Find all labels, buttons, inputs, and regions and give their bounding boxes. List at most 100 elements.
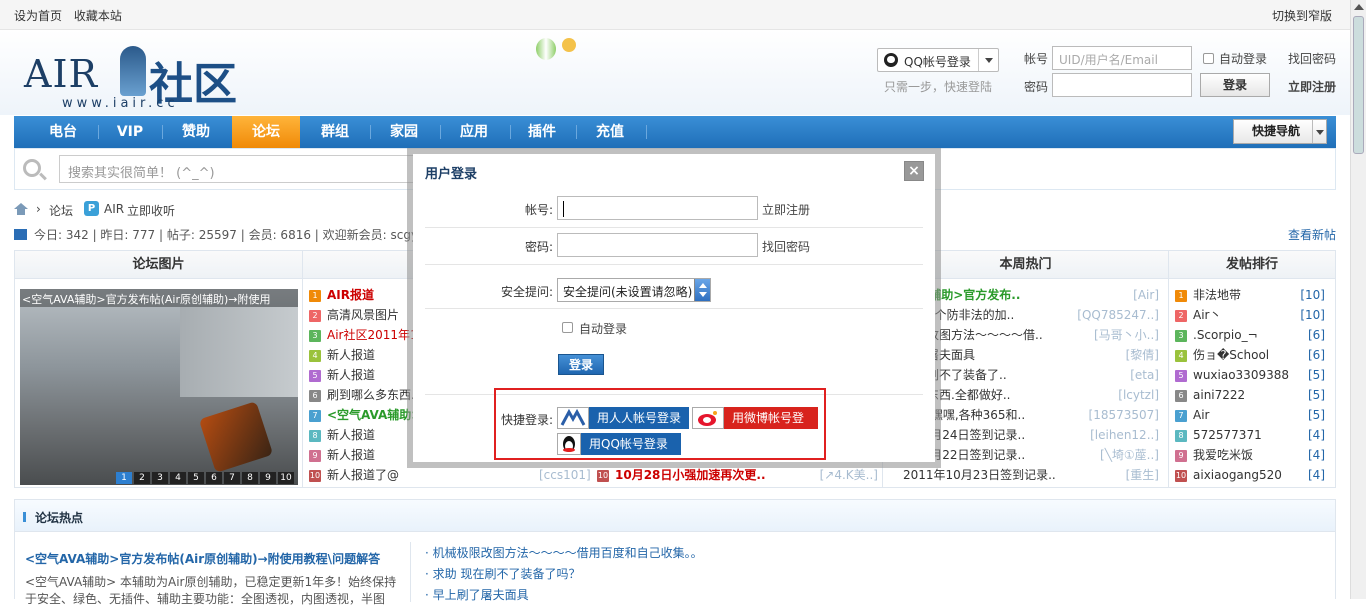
list-item[interactable]: 3 .Scorpio_¬ [6] <box>1175 325 1331 345</box>
list-item[interactable]: 一下,嘿嘿,各种365和.. [18573507] <box>903 405 1165 425</box>
list-item[interactable]: 8 新人报道 <box>309 425 375 445</box>
list-item[interactable]: 2 高清风景图片 <box>309 305 399 325</box>
list-item[interactable]: 10 10月28日小强加速再次更.. <box>597 465 766 485</box>
modal-account-input[interactable] <box>557 196 758 220</box>
slide-page[interactable]: 6 <box>206 472 222 484</box>
nav-item-home[interactable]: 家园 <box>372 116 436 148</box>
search-icon[interactable] <box>23 159 41 177</box>
list-item[interactable]: 2011年10月23日签到记录.. [重生] <box>903 465 1165 485</box>
security-question-select[interactable]: 安全提问(未设置请忽略) <box>557 278 711 302</box>
nav-item-apps[interactable]: 应用 <box>442 116 506 148</box>
list-item-author[interactable]: [Air] <box>1133 285 1159 305</box>
list-item[interactable]: 9 新人报道 <box>309 445 375 465</box>
weibo-login-button[interactable]: 用微博帐号登录 <box>692 407 818 447</box>
list-item[interactable]: 4 新人报道 <box>309 345 375 365</box>
quick-nav-button[interactable]: 快捷导航 <box>1233 119 1327 144</box>
qq-account-login-button[interactable]: 用QQ帐号登录 <box>557 433 681 455</box>
list-item-author[interactable]: [QQ785247..] <box>1077 305 1159 325</box>
page-scrollbar[interactable] <box>1350 0 1366 599</box>
chevron-down-icon[interactable] <box>1312 120 1326 143</box>
nav-item-radio[interactable]: 电台 <box>32 116 94 148</box>
nav-item-plugins[interactable]: 插件 <box>512 116 572 148</box>
list-item[interactable]: 7 Air [5] <box>1175 405 1331 425</box>
search-input[interactable]: 搜索其实很简单！ (^_^) <box>59 155 414 183</box>
list-item[interactable]: 5号发个防非法的加.. [QQ785247..] <box>903 305 1165 325</box>
breadcrumb-air[interactable]: AIR <box>104 202 124 216</box>
slide-page[interactable]: 10 <box>278 472 294 484</box>
list-item[interactable]: 2 Air丶 [10] <box>1175 305 1331 325</box>
hot-link[interactable]: · 早上刷了屠夫面具 <box>425 586 529 603</box>
bookmark-link[interactable]: 收藏本站 <box>74 9 122 23</box>
slide-page[interactable]: 4 <box>170 472 186 484</box>
switch-width-link[interactable]: 切换到窄版 <box>1272 7 1332 24</box>
home-icon[interactable] <box>14 203 28 215</box>
list-item[interactable]: 刷了屠夫面具[黎倩] <box>903 345 1165 365</box>
list-item[interactable]: 7 <空气AVA辅助> <box>309 405 421 425</box>
modal-login-button[interactable]: 登录 <box>558 354 604 375</box>
slide-page[interactable]: 8 <box>242 472 258 484</box>
qq-login-dropdown[interactable]: QQ帐号登录 <box>877 48 999 72</box>
forum-image-slideshow[interactable]: <空气AVA辅助>官方发布帖(Air原创辅助)→附使用 1 2 3 4 5 6 7 8 9 10 <box>20 289 298 485</box>
list-item-author[interactable]: [黎倩] <box>1126 345 1159 365</box>
list-item-author[interactable]: [leihen12..] <box>1090 425 1159 445</box>
list-item-author[interactable]: [╲埼①蓙..] <box>1100 445 1159 465</box>
hot-link[interactable]: · 求助 现在刷不了装备了吗？ <box>425 565 580 582</box>
close-icon[interactable]: × <box>904 161 924 181</box>
list-item[interactable]: 6 aini7222 [5] <box>1175 385 1331 405</box>
chevron-down-icon[interactable] <box>978 49 998 71</box>
nav-item-forum[interactable]: 论坛 <box>232 116 300 148</box>
list-item-author[interactable]: [ccs101] <box>539 465 591 485</box>
set-homepage-link[interactable]: 设为首页 <box>14 9 62 23</box>
find-password-link[interactable]: 找回密码 <box>1288 50 1336 67</box>
list-item[interactable]: 极限改图方法～～～～借.. [马哥丶小..] <box>903 325 1165 345</box>
slide-page[interactable]: 5 <box>188 472 204 484</box>
list-item-author[interactable]: [重生] <box>1126 465 1159 485</box>
list-item[interactable]: 9 我爱吃米饭 [4] <box>1175 445 1331 465</box>
list-item[interactable]: 4 伤ョ�School [6] <box>1175 345 1331 365</box>
slide-page[interactable]: 2 <box>134 472 150 484</box>
breadcrumb-forum[interactable]: 论坛 <box>49 202 73 219</box>
nav-item-sponsor[interactable]: 赞助 <box>164 116 228 148</box>
password-input[interactable] <box>1052 73 1192 97</box>
list-item[interactable]: 10 aixiaogang520 [4] <box>1175 465 1331 485</box>
register-link[interactable]: 立即注册 <box>1288 78 1336 95</box>
scroll-up-icon[interactable] <box>1354 4 1364 10</box>
site-logo[interactable]: AIR 社区 www.iair.cc <box>24 44 254 114</box>
list-item[interactable]: 么多东西.全都做好.. [lcytzl] <box>903 385 1165 405</box>
auto-login-checkbox[interactable] <box>1203 53 1214 64</box>
nav-item-groups[interactable]: 群组 <box>302 116 368 148</box>
list-item[interactable]: 年10月22日签到记录.. [╲埼①蓙..] <box>903 445 1165 465</box>
list-item-author[interactable]: [18573507] <box>1089 405 1159 425</box>
modal-auto-login-checkbox[interactable] <box>562 322 573 333</box>
nav-item-vip[interactable]: VIP <box>100 116 160 148</box>
list-item[interactable]: 5 wuxiao3309388 [5] <box>1175 365 1331 385</box>
list-item-author[interactable]: [eta] <box>1130 365 1159 385</box>
slide-page[interactable]: 7 <box>224 472 240 484</box>
header-login-button[interactable]: 登录 <box>1200 73 1270 97</box>
scroll-thumb[interactable] <box>1353 16 1364 154</box>
slide-page[interactable]: 1 <box>116 472 132 484</box>
select-arrows-icon[interactable] <box>694 279 710 301</box>
list-item[interactable]: 年10月24日签到记录.. [leihen12..] <box>903 425 1165 445</box>
account-input[interactable]: UID/用户名/Email <box>1052 46 1192 70</box>
list-item[interactable]: 8 572577371 [4] <box>1175 425 1331 445</box>
list-item[interactable]: AVA辅助>官方发布.. [Air] <box>903 285 1165 305</box>
list-item[interactable]: 1 非法地带 [10] <box>1175 285 1331 305</box>
modal-find-password-link[interactable]: 找回密码 <box>762 238 810 255</box>
hot-link[interactable]: · 机械极限改图方法～～～～借用百度和自己收集。。 <box>425 544 703 561</box>
renren-login-button[interactable]: 用人人帐号登录 <box>557 407 689 429</box>
listen-link[interactable]: 立即收听 <box>127 202 175 219</box>
new-topics-link[interactable]: 查看新帖 <box>1288 226 1336 243</box>
list-item[interactable]: 1 AIR报道 <box>309 285 374 305</box>
list-item-author[interactable]: [↗4.K美..] <box>820 465 878 485</box>
slide-caption[interactable]: <空气AVA辅助>官方发布帖(Air原创辅助)→附使用 <box>20 289 298 307</box>
list-item-author[interactable]: [lcytzl] <box>1118 385 1159 405</box>
hot-headline[interactable]: <空气AVA辅助>官方发布帖(Air原创辅助)→附使用教程\问题解答 <box>25 550 380 567</box>
nav-item-recharge[interactable]: 充值 <box>578 116 642 148</box>
list-item[interactable]: 10 新人报道了@ <box>309 465 399 485</box>
list-item[interactable]: 5 新人报道 <box>309 365 375 385</box>
slide-page[interactable]: 3 <box>152 472 168 484</box>
modal-password-input[interactable] <box>557 233 758 257</box>
list-item-author[interactable]: [马哥丶小..] <box>1094 325 1159 345</box>
slide-page[interactable]: 9 <box>260 472 276 484</box>
